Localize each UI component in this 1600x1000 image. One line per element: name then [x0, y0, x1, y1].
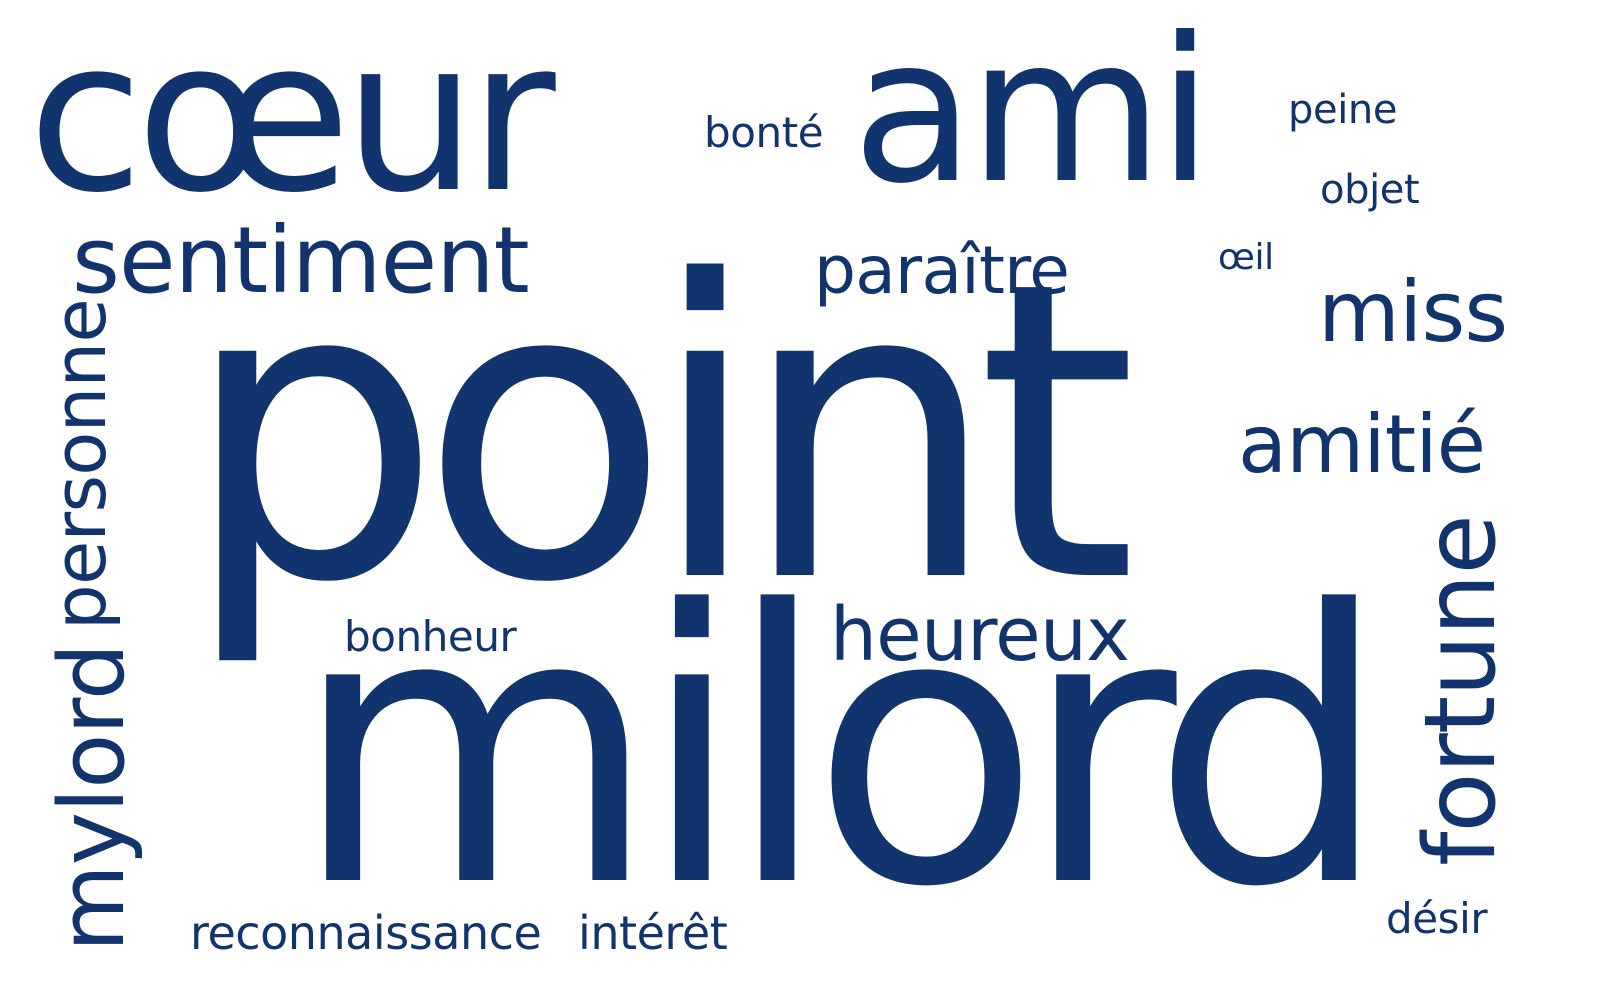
word-amitie: amitié — [1238, 398, 1486, 491]
word-ami: ami — [852, 0, 1213, 228]
word-reconnaissance: reconnaissance — [190, 906, 542, 960]
word-fortune: fortune — [1404, 515, 1518, 866]
word-mylord: mylord — [40, 643, 145, 952]
word-coeur: cœur — [28, 0, 556, 239]
word-personne: personne — [38, 299, 122, 630]
word-miss: miss — [1318, 263, 1508, 361]
word-objet: objet — [1320, 167, 1420, 213]
word-milord: milord — [292, 531, 1390, 969]
word-oeil: œil — [1218, 237, 1274, 278]
word-desir: désir — [1386, 894, 1488, 943]
word-cloud: cœur ami bonté peine objet sentiment par… — [0, 0, 1600, 1000]
word-interet: intérêt — [578, 906, 728, 960]
word-bonte: bonté — [704, 108, 824, 157]
word-peine: peine — [1288, 87, 1398, 133]
